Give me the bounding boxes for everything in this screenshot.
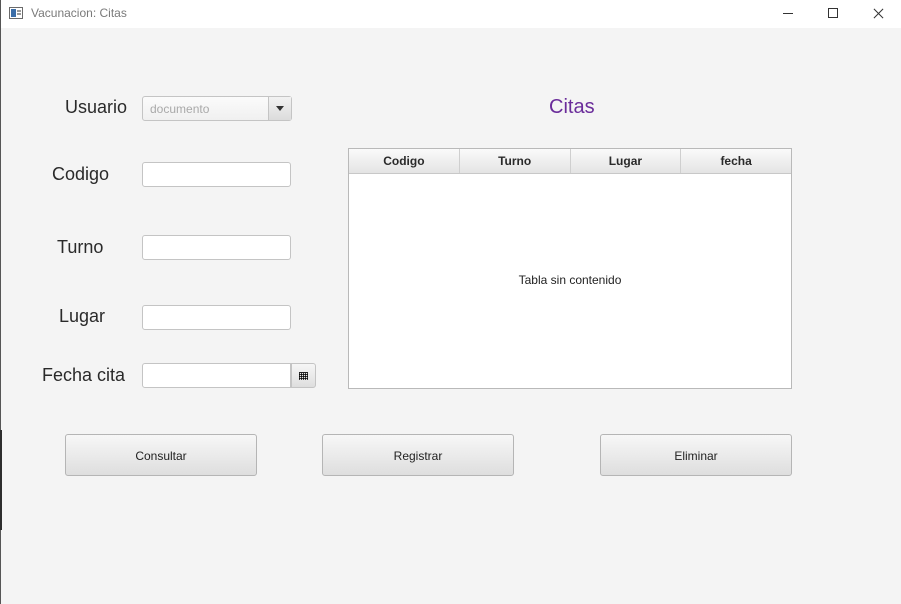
eliminar-button[interactable]: Eliminar [600, 434, 792, 476]
citas-title: Citas [549, 96, 595, 118]
table-empty-message: Tabla sin contenido [518, 273, 622, 287]
lugar-label: Lugar [59, 306, 106, 326]
fecha-cita-label: Fecha cita [42, 365, 126, 385]
window-title: Vacunacion: Citas [31, 6, 127, 20]
maximize-icon[interactable] [810, 0, 856, 28]
registrar-button[interactable]: Registrar [322, 434, 514, 476]
close-icon[interactable] [855, 0, 901, 28]
chevron-down-icon[interactable] [268, 97, 291, 120]
calendar-icon[interactable] [291, 363, 316, 388]
column-header-codigo[interactable]: Codigo [349, 149, 460, 173]
citas-table[interactable]: Codigo Turno Lugar fecha Tabla sin conte… [348, 148, 792, 389]
usuario-label: Usuario [65, 97, 128, 117]
consultar-button[interactable]: Consultar [65, 434, 257, 476]
app-window-icon [9, 7, 23, 19]
minimize-icon[interactable] [765, 0, 811, 28]
title-bar: Vacunacion: Citas [1, 0, 901, 28]
usuario-combobox-placeholder: documento [150, 102, 210, 116]
usuario-combobox[interactable]: documento [142, 96, 292, 121]
codigo-input[interactable] [142, 162, 291, 187]
table-header: Codigo Turno Lugar fecha [349, 149, 791, 174]
app-window: Vacunacion: Citas Usuario documento Codi… [0, 0, 901, 604]
turno-label: Turno [57, 237, 104, 257]
column-header-turno[interactable]: Turno [460, 149, 571, 173]
column-header-lugar[interactable]: Lugar [571, 149, 682, 173]
fecha-cita-input[interactable] [142, 363, 291, 388]
codigo-label: Codigo [52, 164, 110, 184]
column-header-fecha[interactable]: fecha [681, 149, 791, 173]
lugar-input[interactable] [142, 305, 291, 330]
turno-input[interactable] [142, 235, 291, 260]
window-edge-divider [0, 430, 2, 530]
